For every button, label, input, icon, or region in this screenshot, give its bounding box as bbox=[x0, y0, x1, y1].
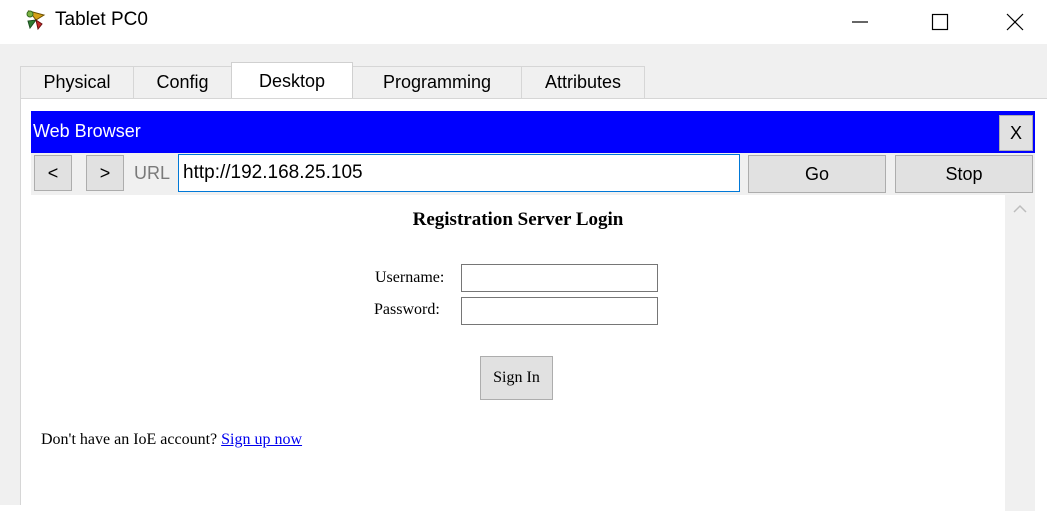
packet-tracer-device-icon bbox=[26, 10, 46, 31]
web-browser-window: Web Browser X < > URL Go Stop Registrati… bbox=[31, 111, 1035, 511]
tab-programming[interactable]: Programming bbox=[352, 66, 522, 98]
device-window-body: Physical Config Programming Attributes D… bbox=[0, 44, 1047, 511]
forward-button[interactable]: > bbox=[86, 155, 124, 191]
tab-config[interactable]: Config bbox=[133, 66, 232, 98]
back-button[interactable]: < bbox=[34, 155, 72, 191]
page-title: Registration Server Login bbox=[412, 209, 624, 230]
chevron-up-icon bbox=[1013, 204, 1027, 213]
window-title-bar: Tablet PC0 bbox=[0, 0, 1047, 44]
username-field[interactable] bbox=[461, 264, 658, 292]
close-icon bbox=[1006, 13, 1024, 31]
browser-title: Web Browser bbox=[33, 121, 141, 141]
browser-close-button[interactable]: X bbox=[999, 115, 1033, 151]
go-button[interactable]: Go bbox=[748, 155, 886, 193]
desktop-panel: Web Browser X < > URL Go Stop Registrati… bbox=[20, 98, 1047, 511]
minimize-button[interactable] bbox=[830, 0, 890, 44]
browser-viewport: Registration Server Login Username: Pass… bbox=[31, 195, 1035, 511]
password-field[interactable] bbox=[461, 297, 658, 325]
maximize-icon bbox=[931, 13, 949, 31]
tab-physical[interactable]: Physical bbox=[20, 66, 134, 98]
username-label: Username: bbox=[375, 269, 445, 286]
browser-nav-bar: < > URL Go Stop bbox=[31, 153, 1035, 195]
vertical-scrollbar[interactable] bbox=[1005, 195, 1035, 511]
stop-button[interactable]: Stop bbox=[895, 155, 1033, 193]
tab-attributes[interactable]: Attributes bbox=[521, 66, 645, 98]
tab-desktop[interactable]: Desktop bbox=[231, 62, 353, 99]
browser-title-bar: Web Browser X bbox=[31, 111, 1035, 153]
minimize-icon bbox=[852, 21, 868, 23]
maximize-button[interactable] bbox=[910, 0, 970, 44]
signup-prompt-text: Don't have an IoE account? bbox=[41, 431, 218, 448]
url-label: URL bbox=[134, 163, 171, 183]
sign-up-link[interactable]: Sign up now bbox=[221, 431, 302, 448]
window-title: Tablet PC0 bbox=[55, 9, 148, 30]
url-input[interactable] bbox=[178, 154, 740, 192]
sign-in-button[interactable]: Sign In bbox=[480, 356, 553, 400]
close-window-button[interactable] bbox=[985, 0, 1045, 44]
signup-prompt: Don't have an IoE account? Sign up now bbox=[41, 431, 302, 449]
scroll-up-button[interactable] bbox=[1005, 195, 1035, 223]
password-label: Password: bbox=[374, 301, 440, 318]
